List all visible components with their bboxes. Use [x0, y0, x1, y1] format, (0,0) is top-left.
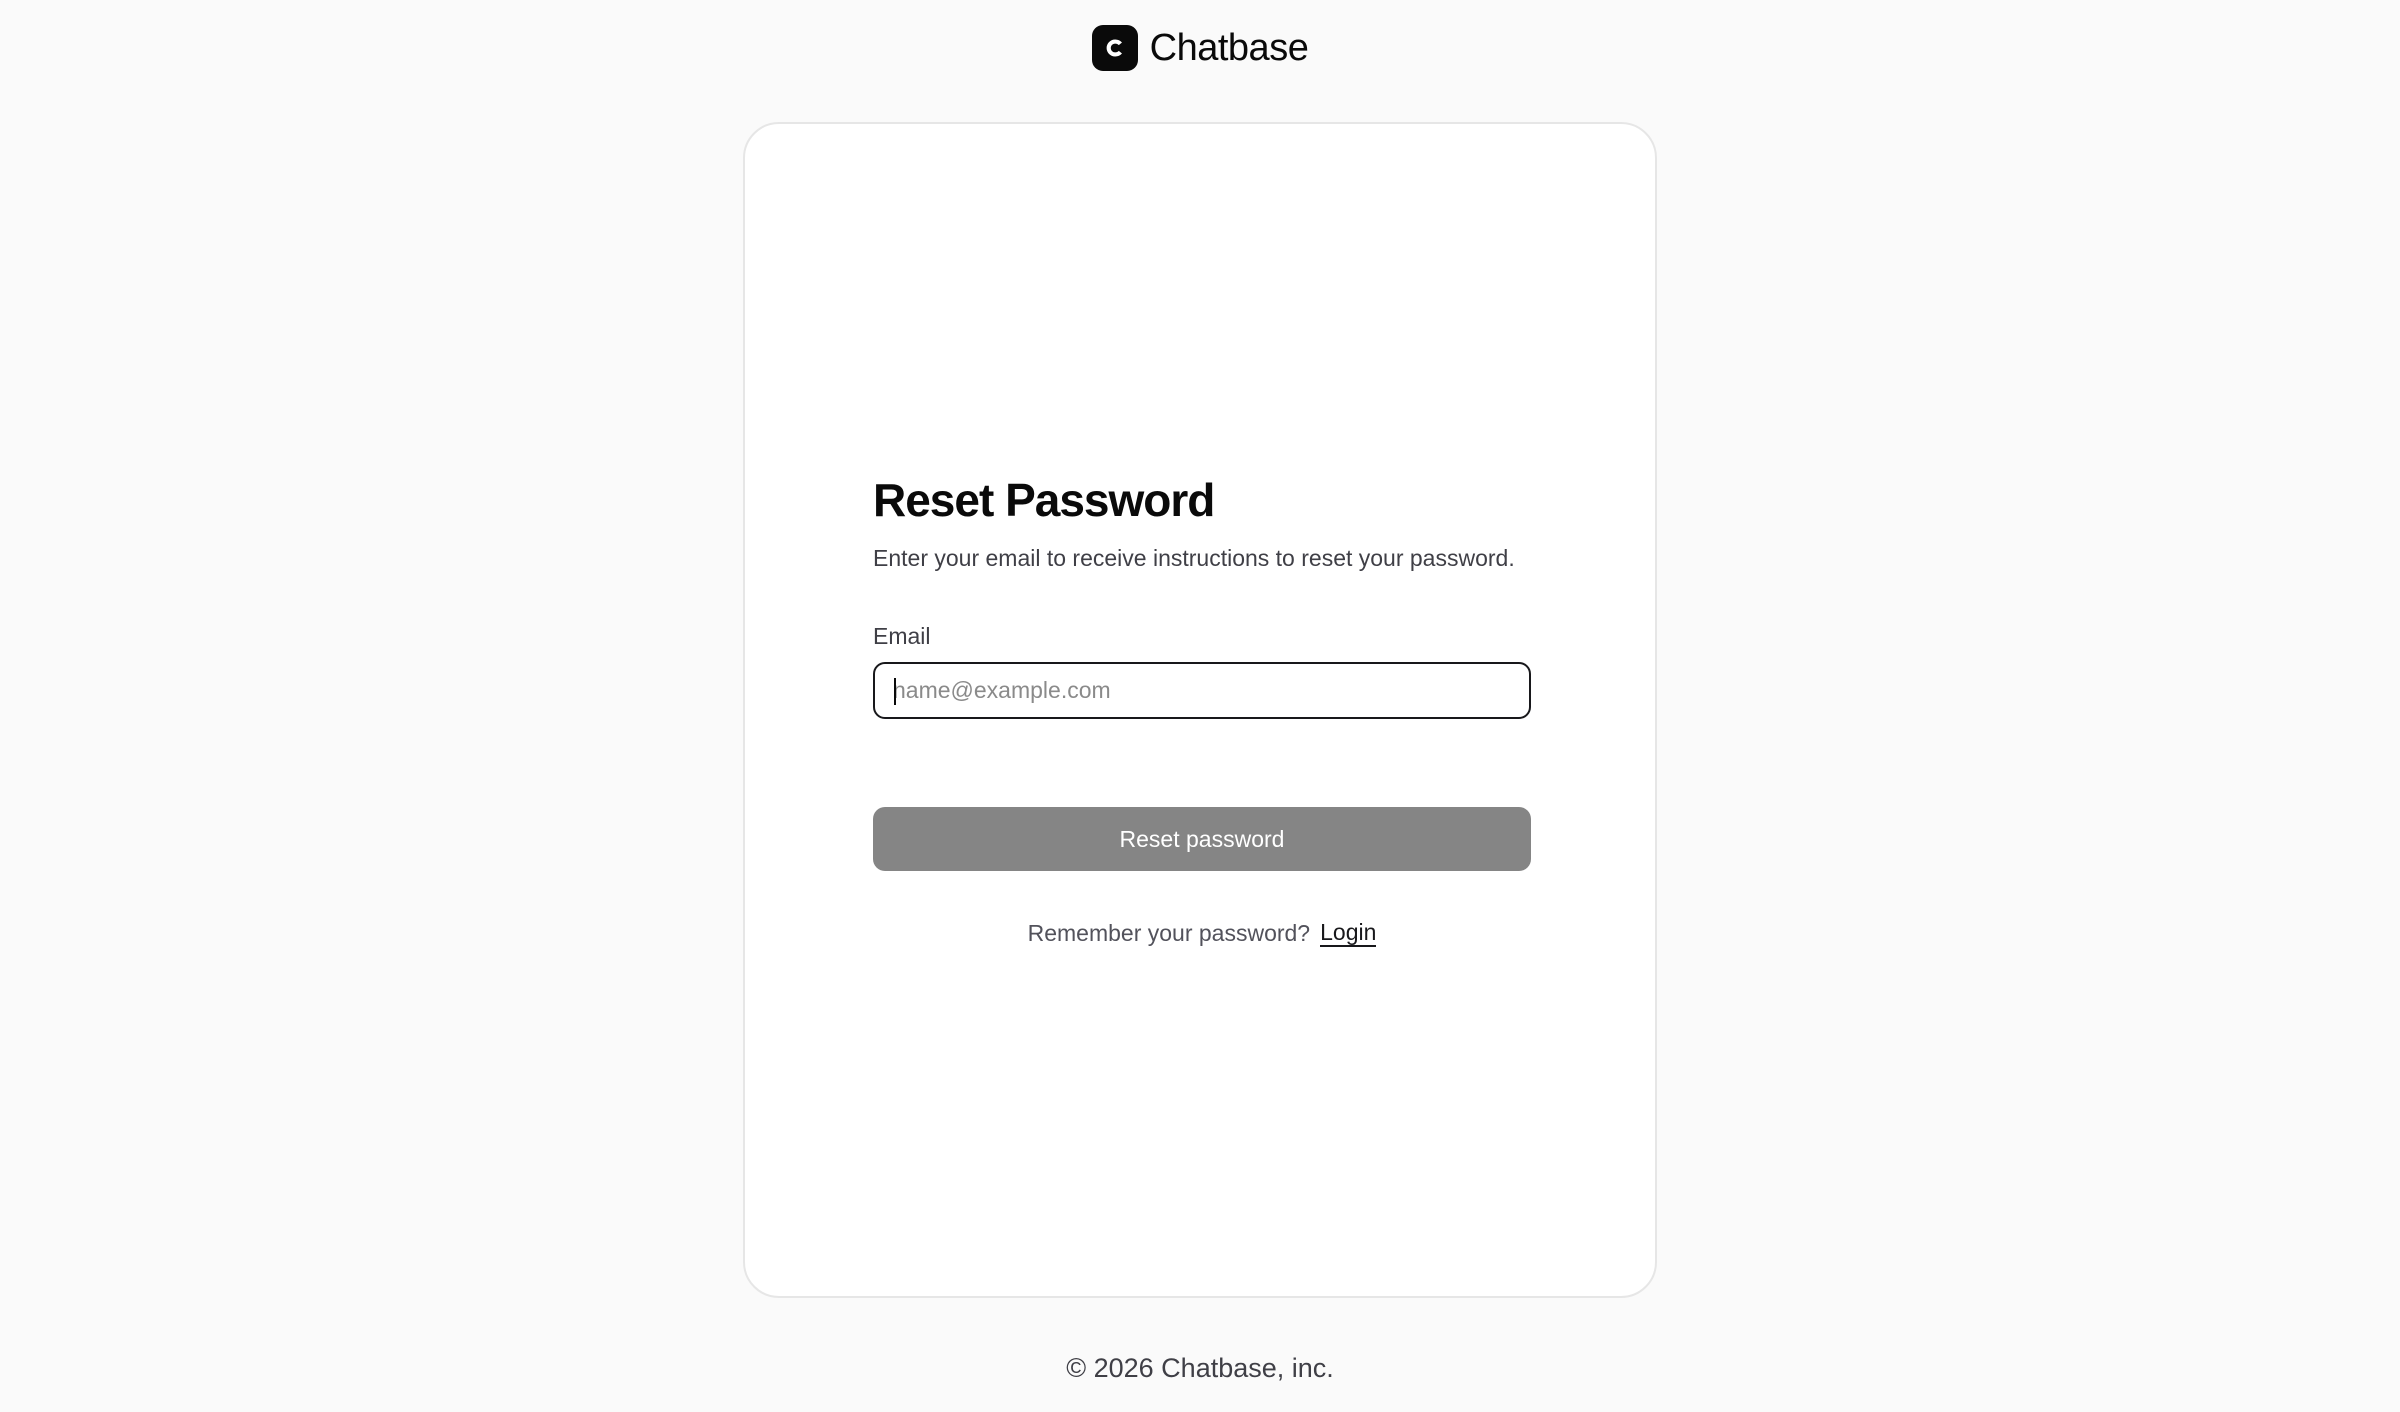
remember-password-row: Remember your password? Login	[873, 917, 1531, 949]
page-subtitle: Enter your email to receive instructions…	[873, 545, 1515, 571]
footer-copyright: © 2026 Chatbase, inc.	[1066, 1353, 1334, 1383]
remember-password-text: Remember your password?	[1027, 920, 1311, 946]
brand-name: Chatbase	[1149, 26, 1309, 69]
chatbase-logo-icon	[1091, 25, 1138, 71]
email-label: Email	[873, 623, 931, 649]
reset-password-page: Chatbase Reset Password Enter your email…	[0, 0, 2400, 1412]
page-title: Reset Password	[873, 474, 1215, 526]
text-caret	[894, 678, 896, 705]
brand-header[interactable]: Chatbase	[0, 24, 2400, 72]
email-field-container[interactable]	[873, 662, 1531, 719]
reset-password-button[interactable]: Reset password	[873, 807, 1531, 871]
login-link[interactable]: Login	[1320, 919, 1377, 947]
email-input[interactable]	[893, 664, 1529, 717]
reset-card: Reset Password Enter your email to recei…	[743, 122, 1657, 1298]
reset-form: Reset Password Enter your email to recei…	[873, 472, 1531, 949]
